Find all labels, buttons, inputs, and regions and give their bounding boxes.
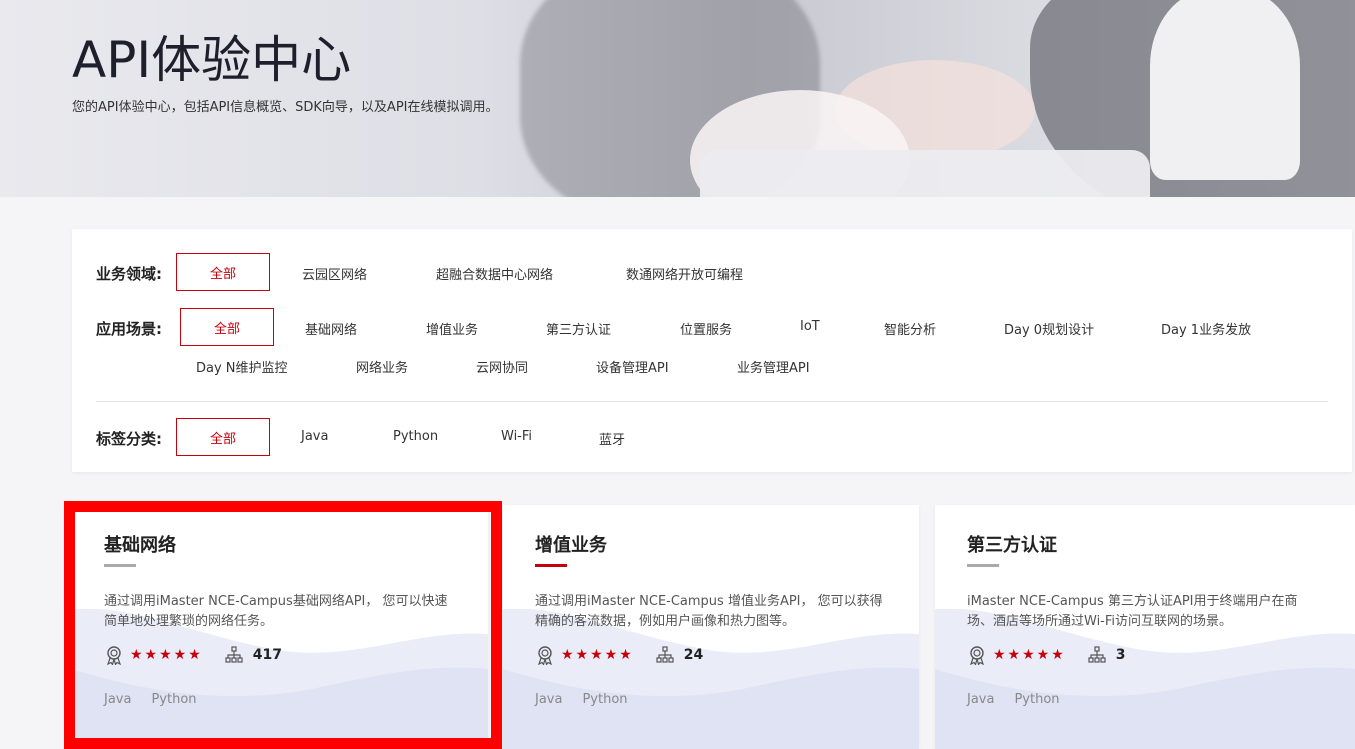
domain-option-datacenter[interactable]: 超融合数据中心网络	[436, 264, 553, 283]
card-tag-python[interactable]: Python	[582, 692, 627, 707]
hierarchy-icon	[656, 646, 674, 663]
card-title-underline	[104, 564, 136, 567]
scenario-option-cloud-network[interactable]: 云网协同	[476, 357, 528, 376]
filter-panel: 业务领域: 全部 云园区网络 超融合数据中心网络 数通网络开放可编程 应用场景:…	[72, 229, 1352, 472]
rating-stars: ★★★★★	[993, 647, 1066, 663]
domain-filter-all-button[interactable]: 全部	[176, 253, 270, 291]
hierarchy-icon	[225, 646, 243, 663]
api-card-third-party-auth[interactable]: 第三方认证 iMaster NCE-Campus 第三方认证API用于终端用户在…	[935, 505, 1355, 749]
rating-stars: ★★★★★	[561, 647, 634, 663]
card-tag-java[interactable]: Java	[535, 692, 562, 707]
card-tags: Java Python	[535, 692, 648, 707]
scenario-option-dayn[interactable]: Day N维护监控	[196, 357, 288, 376]
api-count: 417	[252, 647, 282, 663]
medal-icon	[107, 646, 121, 665]
filter-divider	[96, 401, 1328, 402]
card-tag-python[interactable]: Python	[151, 692, 196, 707]
rating-stars: ★★★★★	[130, 647, 203, 663]
tag-option-python[interactable]: Python	[393, 429, 438, 444]
card-tags: Java Python	[967, 692, 1080, 707]
scenario-option-network-service[interactable]: 网络业务	[356, 357, 408, 376]
medal-icon	[970, 646, 984, 665]
tag-option-bluetooth[interactable]: 蓝牙	[599, 429, 625, 448]
card-tags: Java Python	[104, 692, 217, 707]
scenario-filter-label: 应用场景:	[96, 320, 162, 338]
page-subtitle: 您的API体验中心，包括API信息概览、SDK向导，以及API在线模拟调用。	[72, 100, 499, 115]
scenario-option-day1[interactable]: Day 1业务发放	[1161, 319, 1251, 338]
page-title: API体验中心	[72, 31, 352, 89]
card-tag-java[interactable]: Java	[104, 692, 131, 707]
tag-filter-all-button[interactable]: 全部	[176, 418, 270, 456]
api-count: 24	[683, 647, 704, 663]
scenario-option-location[interactable]: 位置服务	[680, 319, 732, 338]
card-description: 通过调用iMaster NCE-Campus 增值业务API， 您可以获得精确的…	[535, 594, 883, 629]
card-title-underline	[535, 564, 567, 567]
card-title: 增值业务	[535, 535, 607, 556]
card-meta: ★★★★★ 24	[535, 645, 703, 665]
card-tag-python[interactable]: Python	[1014, 692, 1059, 707]
hero-photo-shape	[1150, 0, 1300, 180]
api-card-basic-network[interactable]: 基础网络 通过调用iMaster NCE-Campus基础网络API， 您可以快…	[72, 505, 488, 749]
scenario-option-day0[interactable]: Day 0规划设计	[1004, 319, 1094, 338]
card-description: 通过调用iMaster NCE-Campus基础网络API， 您可以快速简单地处…	[104, 594, 448, 629]
scenario-option-value-added[interactable]: 增值业务	[426, 319, 478, 338]
scenario-option-iot[interactable]: IoT	[800, 319, 820, 334]
card-title: 第三方认证	[967, 535, 1057, 556]
scenario-option-device-mgmt-api[interactable]: 设备管理API	[596, 357, 669, 376]
api-count: 3	[1115, 647, 1126, 663]
hierarchy-icon	[1088, 646, 1106, 663]
tag-filter-label: 标签分类:	[96, 430, 162, 448]
domain-option-datacom[interactable]: 数通网络开放可编程	[626, 264, 743, 283]
api-card-value-added[interactable]: 增值业务 通过调用iMaster NCE-Campus 增值业务API， 您可以…	[503, 505, 919, 749]
card-meta: ★★★★★ 3	[967, 645, 1126, 665]
domain-filter-label: 业务领域:	[96, 265, 162, 283]
medal-icon	[538, 646, 552, 665]
hero-photo-shape	[700, 150, 1150, 197]
card-description: iMaster NCE-Campus 第三方认证API用于终端用户在商场、酒店等…	[967, 594, 1298, 629]
domain-option-campus[interactable]: 云园区网络	[302, 264, 367, 283]
card-title: 基础网络	[104, 535, 176, 556]
scenario-option-third-party-auth[interactable]: 第三方认证	[546, 319, 611, 338]
card-title-underline	[967, 564, 999, 567]
scenario-option-service-mgmt-api[interactable]: 业务管理API	[737, 357, 810, 376]
scenario-option-basic-network[interactable]: 基础网络	[305, 319, 357, 338]
hero-banner: API体验中心 您的API体验中心，包括API信息概览、SDK向导，以及API在…	[0, 0, 1355, 197]
tag-option-wifi[interactable]: Wi-Fi	[501, 429, 532, 444]
scenario-filter-all-button[interactable]: 全部	[180, 308, 274, 346]
card-meta: ★★★★★ 417	[104, 645, 282, 665]
scenario-option-analytics[interactable]: 智能分析	[884, 319, 936, 338]
card-tag-java[interactable]: Java	[967, 692, 994, 707]
tag-option-java[interactable]: Java	[301, 429, 328, 444]
